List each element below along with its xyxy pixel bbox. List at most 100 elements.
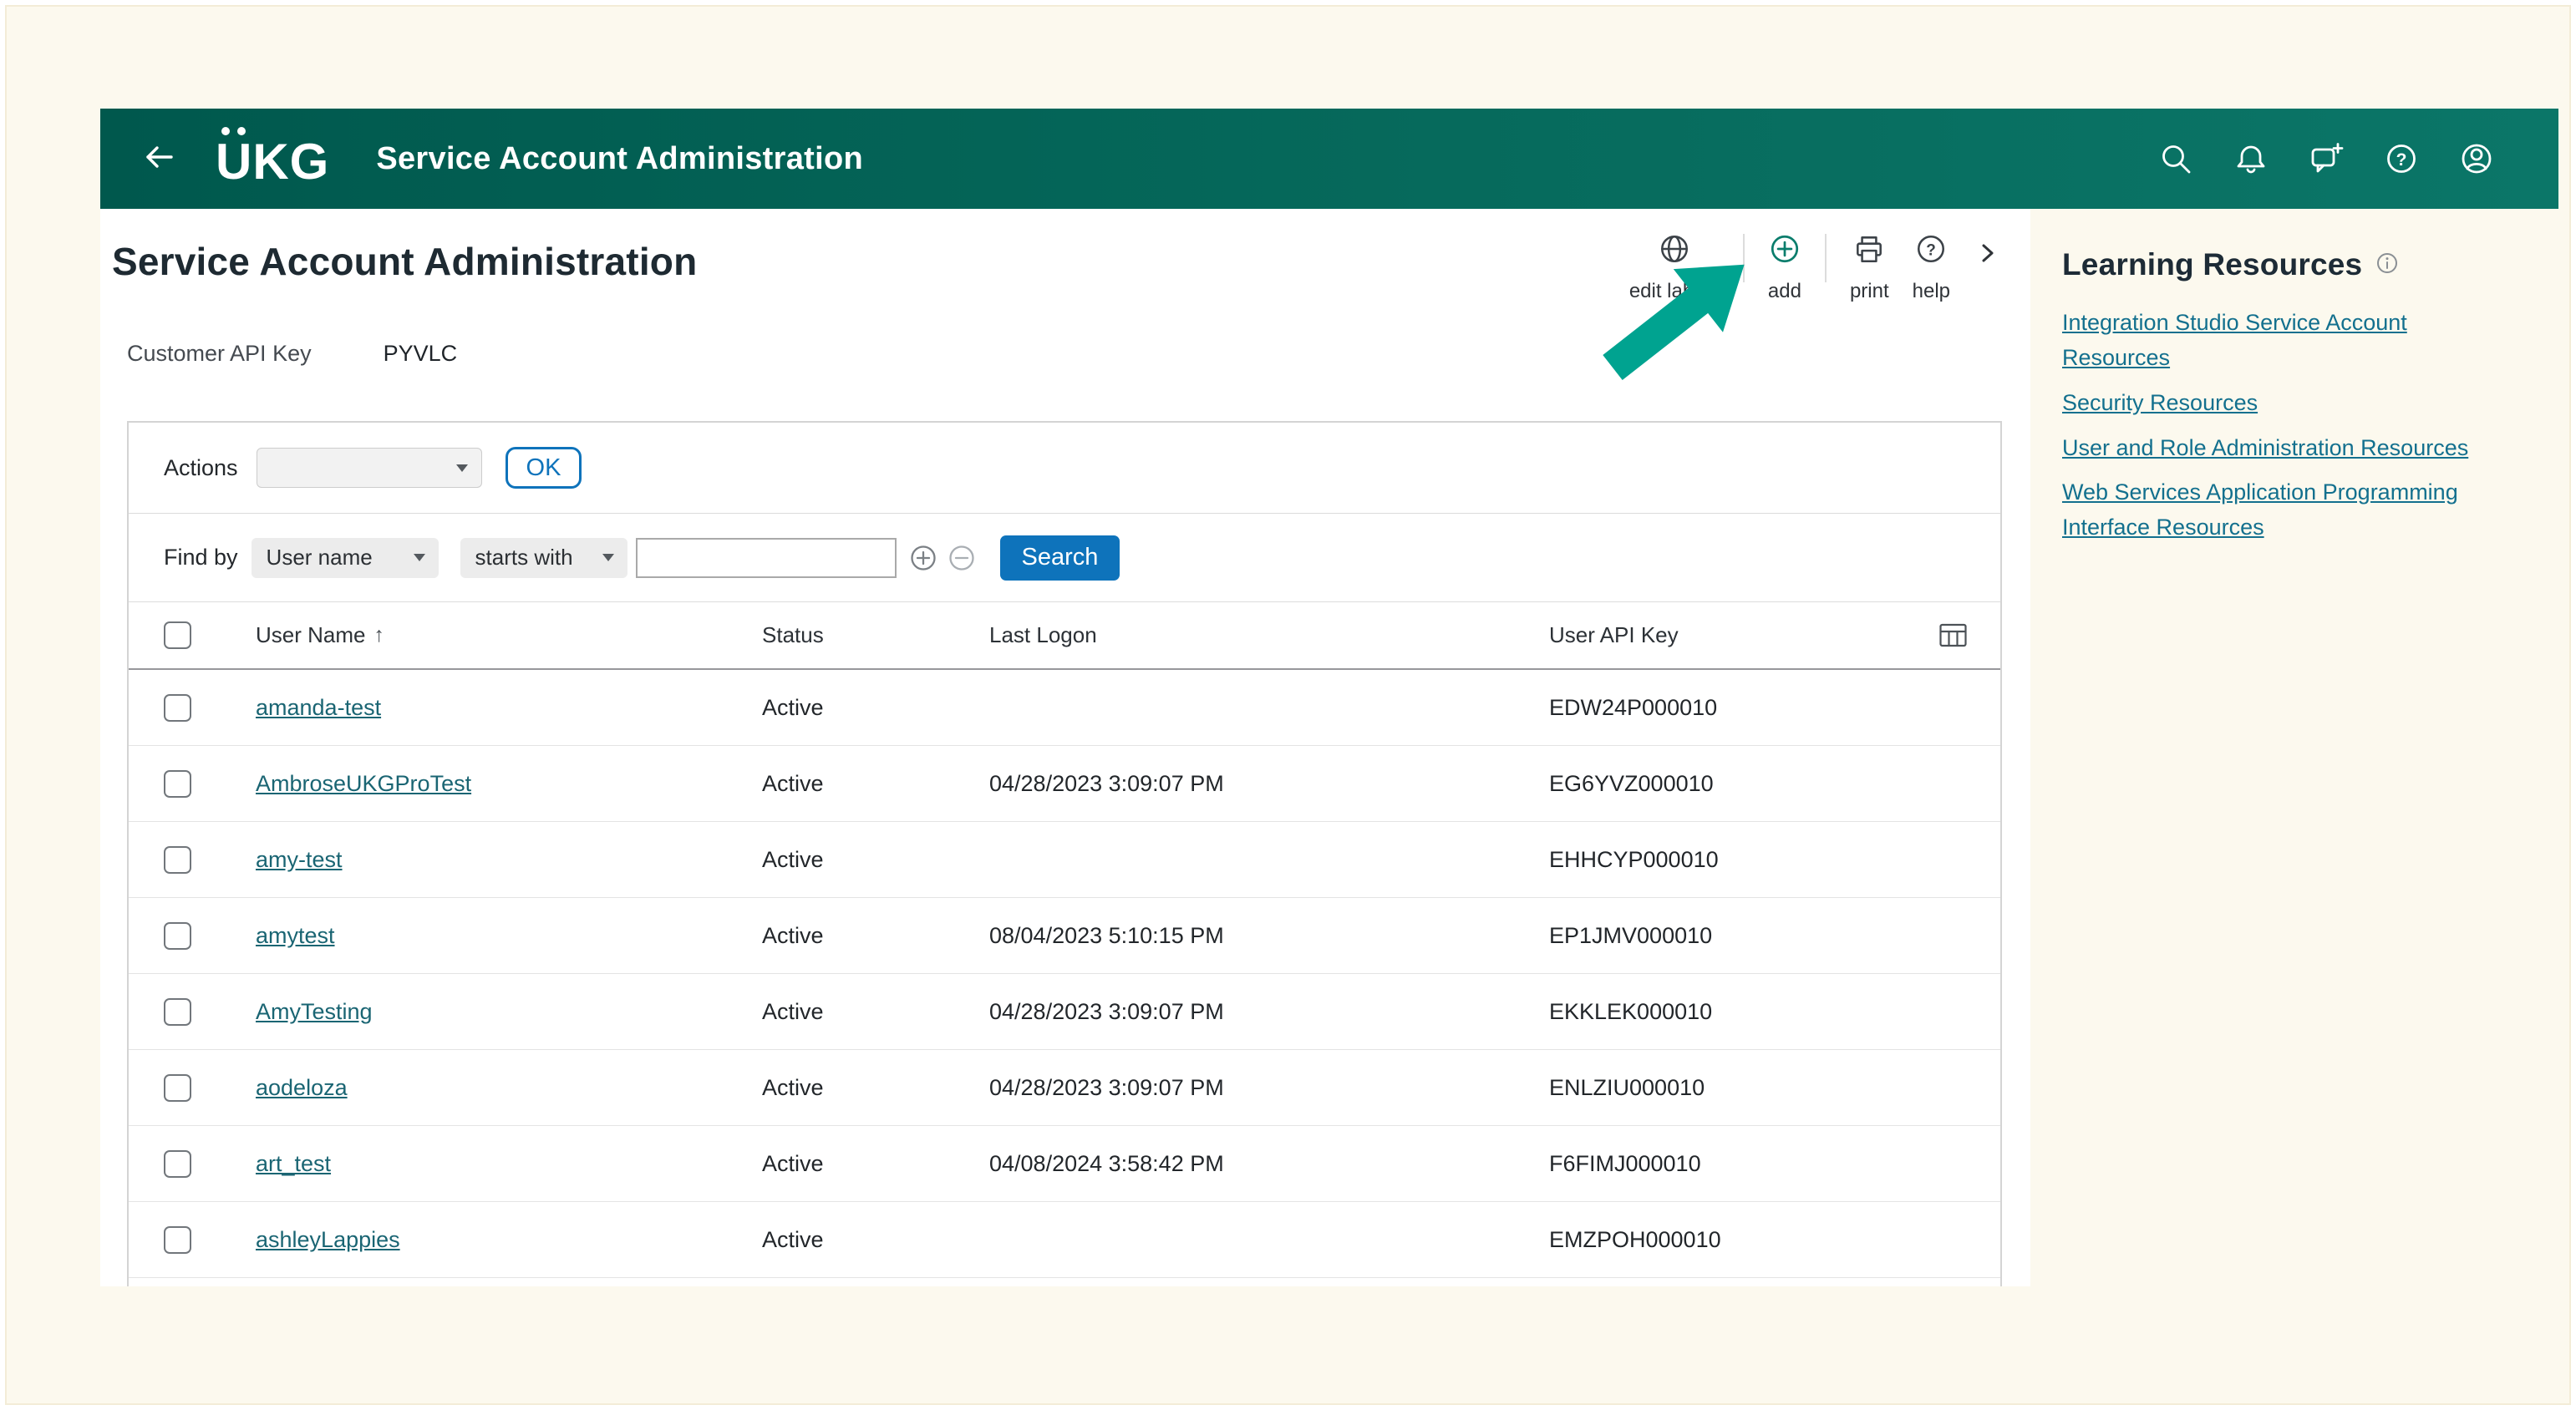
row-checkbox[interactable]: [164, 846, 191, 874]
row-checkbox[interactable]: [164, 1074, 191, 1102]
actions-label: Actions: [164, 455, 238, 481]
learning-link-integration-studio[interactable]: Integration Studio Service Account Resou…: [2062, 306, 2513, 376]
api-key-cell: EP1JMV000010: [1549, 923, 2000, 949]
status-cell: Active: [762, 1151, 989, 1177]
notifications-icon[interactable]: [2233, 140, 2269, 177]
user-name-link[interactable]: aodeloza: [256, 1075, 348, 1101]
customer-api-key-row: Customer API Key PYVLC: [127, 341, 457, 367]
search-input[interactable]: [636, 538, 897, 578]
toolbar-help-label: help: [1913, 280, 1950, 303]
appbar-title: Service Account Administration: [376, 141, 863, 177]
table-row: art_test Active 04/08/2024 3:58:42 PM F6…: [129, 1126, 2000, 1202]
row-checkbox[interactable]: [164, 694, 191, 722]
chevron-down-icon: [414, 554, 425, 561]
help-icon[interactable]: ?: [2383, 140, 2420, 177]
user-name-link[interactable]: AmbroseUKGProTest: [256, 771, 471, 797]
status-cell: Active: [762, 1227, 989, 1253]
status-cell: Active: [762, 1075, 989, 1101]
globe-icon: [1658, 232, 1691, 270]
actions-dropdown[interactable]: [257, 448, 482, 488]
api-key-cell: EKKLEK000010: [1549, 999, 2000, 1025]
main-content: Service Account Administration edit labe…: [100, 209, 2030, 1286]
print-button[interactable]: print: [1850, 232, 1889, 303]
header-user-api-key[interactable]: User API Key: [1549, 622, 2000, 648]
printer-icon: [1852, 232, 1886, 270]
search-icon[interactable]: [2157, 140, 2194, 177]
back-button[interactable]: [140, 139, 179, 178]
chevron-right-icon: [1974, 239, 2002, 271]
table-row: AmbroseUKGProTest Active 04/28/2023 3:09…: [129, 746, 2000, 822]
status-cell: Active: [762, 695, 989, 721]
user-name-link[interactable]: amy-test: [256, 847, 343, 873]
edit-labels-button[interactable]: edit labels: [1629, 232, 1720, 303]
api-key-cell: EMZPOH000010: [1549, 1227, 2000, 1253]
table-row: amanda-test Active EDW24P000010: [129, 670, 2000, 746]
learning-link-web-services-api[interactable]: Web Services Application Programming Int…: [2062, 475, 2513, 545]
status-cell: Active: [762, 771, 989, 797]
header-status[interactable]: Status: [762, 622, 989, 648]
info-icon[interactable]: [2375, 251, 2399, 279]
find-operator-value: starts with: [475, 545, 573, 571]
row-checkbox[interactable]: [164, 922, 191, 950]
table-header: User Name ↑ Status Last Logon User API K…: [129, 601, 2000, 670]
table-row: ashleyLappies Active EMZPOH000010: [129, 1202, 2000, 1278]
find-field-dropdown[interactable]: User name: [252, 538, 439, 578]
api-key-cell: EDW24P000010: [1549, 695, 2000, 721]
row-checkbox[interactable]: [164, 770, 191, 798]
appbar-icons: ?: [2157, 140, 2495, 177]
add-button[interactable]: add: [1768, 232, 1801, 303]
toolbar-divider: [1743, 234, 1745, 282]
last-logon-cell: 04/28/2023 3:09:07 PM: [989, 999, 1549, 1025]
customer-api-key-value: PYVLC: [384, 341, 458, 367]
ukg-logo-dots: [221, 127, 246, 135]
ukg-logo: UKG: [216, 130, 329, 187]
app-header: UKG Service Account Administration ?: [100, 109, 2558, 209]
row-checkbox[interactable]: [164, 1226, 191, 1254]
svg-text:?: ?: [1927, 241, 1937, 259]
page-toolbar: edit labels add print: [1629, 232, 2002, 303]
print-label: print: [1850, 280, 1889, 303]
table-row: aodeloza Active 04/28/2023 3:09:07 PM EN…: [129, 1050, 2000, 1126]
sort-asc-icon: ↑: [373, 623, 384, 647]
add-criteria-icon[interactable]: [907, 541, 940, 575]
learning-link-user-role-admin[interactable]: User and Role Administration Resources: [2062, 431, 2513, 466]
find-operator-dropdown[interactable]: starts with: [460, 538, 627, 578]
user-name-link[interactable]: amanda-test: [256, 695, 381, 721]
service-accounts-panel: Actions OK Find by User name starts with: [127, 421, 2002, 1286]
user-name-link[interactable]: art_test: [256, 1151, 331, 1177]
last-logon-cell: 04/28/2023 3:09:07 PM: [989, 1075, 1549, 1101]
learning-resources-panel: Learning Resources Integration Studio Se…: [2062, 247, 2513, 555]
add-label: add: [1768, 280, 1801, 303]
back-arrow-icon: [141, 139, 178, 180]
table-row: amy-test Active EHHCYP000010: [129, 822, 2000, 898]
toolbar-divider: [1825, 234, 1827, 282]
remove-criteria-icon[interactable]: [945, 541, 978, 575]
ok-button[interactable]: OK: [506, 447, 582, 489]
svg-text:?: ?: [2396, 150, 2407, 170]
expand-toolbar-button[interactable]: [1974, 239, 2002, 271]
edit-labels-label: edit labels: [1629, 280, 1720, 303]
find-by-row: Find by User name starts with Search: [129, 513, 2000, 601]
row-checkbox[interactable]: [164, 1150, 191, 1178]
chevron-down-icon: [456, 464, 468, 472]
header-user-name[interactable]: User Name: [256, 622, 365, 648]
user-name-link[interactable]: amytest: [256, 923, 335, 949]
header-last-logon[interactable]: Last Logon: [989, 622, 1549, 648]
search-button[interactable]: Search: [1000, 535, 1120, 581]
feedback-icon[interactable]: [2308, 140, 2345, 177]
status-cell: Active: [762, 923, 989, 949]
account-icon[interactable]: [2458, 140, 2495, 177]
last-logon-cell: 08/04/2023 5:10:15 PM: [989, 923, 1549, 949]
customer-api-key-label: Customer API Key: [127, 341, 312, 367]
find-field-value: User name: [267, 545, 373, 571]
learning-link-security[interactable]: Security Resources: [2062, 386, 2513, 421]
page-title: Service Account Administration: [112, 239, 697, 284]
user-name-link[interactable]: ashleyLappies: [256, 1227, 400, 1253]
find-by-label: Find by: [164, 545, 238, 571]
toolbar-help-button[interactable]: ? help: [1913, 232, 1950, 303]
select-all-checkbox[interactable]: [164, 621, 191, 649]
column-settings-icon[interactable]: [1938, 622, 1969, 655]
actions-row: Actions OK: [129, 423, 2000, 513]
row-checkbox[interactable]: [164, 998, 191, 1026]
user-name-link[interactable]: AmyTesting: [256, 999, 373, 1025]
